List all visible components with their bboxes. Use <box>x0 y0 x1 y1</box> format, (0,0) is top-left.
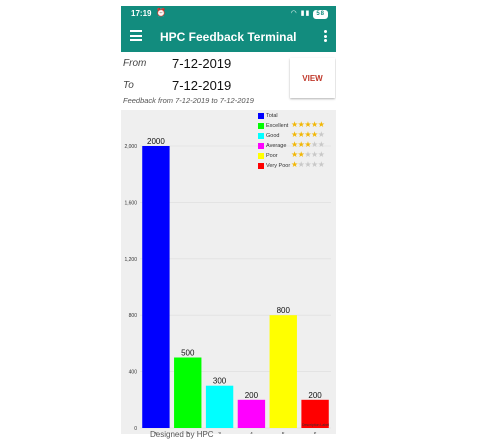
star-icon: ★ <box>317 130 325 139</box>
app-title: HPC Feedback Terminal <box>160 30 297 44</box>
legend-swatch <box>258 133 264 139</box>
star-rating-icon: ★★★★★ <box>291 120 325 129</box>
bar-value-label: 2000 <box>147 137 165 146</box>
legend-label: Excellent <box>266 123 289 129</box>
star-icon: ★ <box>304 160 312 169</box>
legend-swatch <box>258 153 264 159</box>
x-tick-label: 3 <box>218 432 221 434</box>
star-icon: ★ <box>291 120 298 129</box>
star-icon: ★ <box>291 150 298 159</box>
battery-icon: 58 <box>313 10 328 19</box>
star-icon: ★ <box>291 160 298 169</box>
legend-label: Good <box>266 133 280 139</box>
star-rating-icon: ★★★★★ <box>291 140 325 149</box>
bar <box>205 385 234 428</box>
legend-swatch <box>258 123 264 129</box>
app-bar: HPC Feedback Terminal <box>121 22 336 52</box>
star-icon: ★ <box>317 150 325 159</box>
star-icon: ★ <box>311 130 318 139</box>
bar-value-label: 500 <box>181 349 195 358</box>
x-tick-label: 6 <box>314 432 317 434</box>
star-icon: ★ <box>304 120 312 129</box>
star-icon: ★ <box>311 160 318 169</box>
legend-item: Very Poor ★★★★★ <box>258 160 336 172</box>
star-rating-icon: ★★★★★ <box>291 160 325 169</box>
legend-swatch <box>258 163 264 169</box>
to-label: To <box>123 80 134 91</box>
wifi-icon: ◠ <box>290 10 298 17</box>
star-icon: ★ <box>311 120 318 129</box>
status-icons: ◠ ▮▮ 58 <box>291 9 328 19</box>
y-tick-label: 1,600 <box>124 200 137 206</box>
hamburger-menu-icon[interactable] <box>130 30 142 42</box>
star-icon: ★ <box>317 120 325 129</box>
phone-screen: 17:19 ⏰ ◠ ▮▮ 58 HPC Feedback Terminal Fr… <box>121 6 336 446</box>
footer-credit: Designed by HPC <box>150 430 214 439</box>
more-vert-icon[interactable] <box>324 30 327 44</box>
chart-legend: Total Excellent ★★★★★ Good ★★★★★ Average ★★★★★… <box>258 112 336 172</box>
bar <box>174 357 202 428</box>
legend-label: Poor <box>266 153 278 159</box>
y-tick-label: 0 <box>134 426 137 432</box>
bar <box>269 315 297 428</box>
y-tick-label: 800 <box>129 313 138 319</box>
view-button[interactable]: VIEW <box>290 58 335 98</box>
star-icon: ★ <box>291 130 298 139</box>
star-rating-icon: ★★★★★ <box>291 130 325 139</box>
status-time: 17:19 <box>131 9 152 18</box>
star-icon: ★ <box>304 140 312 149</box>
star-icon: ★ <box>317 140 325 149</box>
feedback-range-text: Feedback from 7-12-2019 to 7-12-2019 <box>123 96 254 105</box>
star-icon: ★ <box>311 150 318 159</box>
x-tick-label: 4 <box>250 432 253 434</box>
star-icon: ★ <box>304 150 312 159</box>
bar <box>142 146 170 428</box>
legend-label: Average <box>266 143 287 149</box>
star-icon: ★ <box>317 160 325 169</box>
star-rating-icon: ★★★★★ <box>291 150 325 159</box>
bar-value-label: 200 <box>308 391 322 400</box>
legend-swatch <box>258 143 264 149</box>
bar-value-label: 800 <box>277 306 291 315</box>
bar <box>237 399 266 428</box>
star-icon: ★ <box>291 140 298 149</box>
bar-value-label: 300 <box>213 377 227 386</box>
to-date-field[interactable]: 7-12-2019 <box>172 78 231 93</box>
description-label: Description Label <box>302 423 329 427</box>
alarm-clock-icon: ⏰ <box>156 8 166 17</box>
y-tick-label: 1,200 <box>124 257 137 263</box>
star-icon: ★ <box>304 130 312 139</box>
bar-value-label: 200 <box>245 391 259 400</box>
from-date-field[interactable]: 7-12-2019 <box>172 56 231 71</box>
y-tick-label: 400 <box>129 370 138 376</box>
signal-icon: ▮▮ <box>300 10 311 17</box>
from-label: From <box>123 58 147 69</box>
y-tick-label: 2,000 <box>124 144 137 150</box>
status-bar: 17:19 ⏰ ◠ ▮▮ 58 <box>121 6 336 22</box>
x-tick-label: 5 <box>282 432 285 434</box>
legend-label: Total <box>266 113 278 119</box>
star-icon: ★ <box>311 140 318 149</box>
legend-swatch <box>258 113 264 119</box>
legend-label: Very Poor <box>266 163 291 169</box>
